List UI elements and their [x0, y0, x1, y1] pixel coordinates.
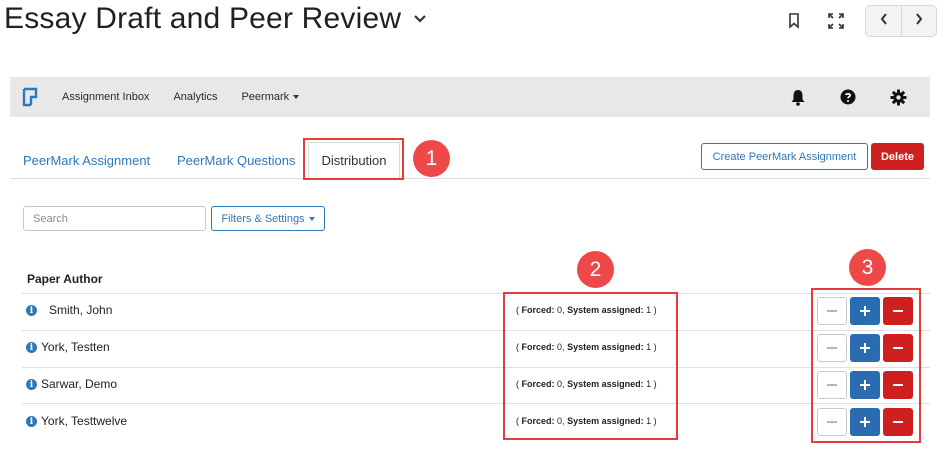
help-icon[interactable] — [838, 87, 858, 107]
menu-peermark[interactable]: Peermark — [241, 91, 300, 103]
tab-peermark-assignment[interactable]: PeerMark Assignment — [23, 153, 150, 168]
title-chevron-down-icon[interactable] — [413, 14, 427, 24]
fullscreen-icon[interactable] — [823, 8, 849, 34]
info-icon[interactable]: i — [26, 342, 37, 353]
callout-box-distribution-tab — [303, 138, 404, 180]
caret-down-icon — [293, 95, 300, 99]
author-name: Smith, John — [49, 303, 113, 317]
bell-icon[interactable] — [788, 87, 808, 107]
callout-box-assignment-counts — [503, 292, 678, 440]
app-toolbar: Assignment Inbox Analytics Peermark — [10, 77, 930, 117]
menu-analytics[interactable]: Analytics — [173, 91, 217, 103]
menu-assignment-inbox[interactable]: Assignment Inbox — [62, 91, 149, 103]
author-name: York, Testtwelve — [41, 414, 128, 428]
table-row: i York, Testtwelve ( Forced: 0, System a… — [22, 404, 930, 441]
table-row: i Sarwar, Demo ( Forced: 0, System assig… — [22, 367, 930, 404]
caret-down-icon — [308, 216, 315, 221]
table-row: i Smith, John ( Forced: 0, System assign… — [22, 293, 930, 330]
turnitin-logo[interactable] — [22, 87, 40, 107]
search-input[interactable] — [23, 206, 206, 231]
tab-peermark-questions[interactable]: PeerMark Questions — [177, 153, 296, 168]
bookmark-icon[interactable] — [781, 8, 807, 34]
top-actions — [781, 5, 937, 37]
callout-badge-3: 3 — [849, 249, 886, 286]
previous-button[interactable] — [866, 6, 901, 36]
info-icon[interactable]: i — [26, 305, 37, 316]
page-title-text: Essay Draft and Peer Review — [4, 2, 402, 35]
author-name: Sarwar, Demo — [41, 377, 118, 391]
gear-icon[interactable] — [888, 87, 908, 107]
info-icon[interactable]: i — [26, 416, 37, 427]
filters-settings-button[interactable]: Filters & Settings — [211, 206, 325, 231]
delete-button[interactable]: Delete — [871, 143, 924, 170]
filters-settings-label: Filters & Settings — [221, 212, 305, 225]
next-button[interactable] — [901, 6, 936, 36]
nav-button-group — [865, 5, 937, 37]
author-name: York, Testten — [41, 340, 110, 354]
tabs-divider — [10, 178, 930, 179]
menu-peermark-label: Peermark — [241, 91, 290, 103]
info-icon[interactable]: i — [26, 379, 37, 390]
table-row: i York, Testten ( Forced: 0, System assi… — [22, 330, 930, 367]
toolbar-actions — [758, 77, 908, 117]
create-peermark-assignment-button[interactable]: Create PeerMark Assignment — [701, 143, 868, 170]
page-title: Essay Draft and Peer Review — [4, 2, 427, 36]
callout-box-row-controls — [811, 288, 921, 443]
callout-badge-2: 2 — [577, 251, 614, 288]
callout-badge-1: 1 — [413, 140, 450, 177]
chevron-right-icon — [914, 12, 924, 31]
paper-author-header: Paper Author — [27, 272, 103, 286]
chevron-left-icon — [879, 12, 889, 31]
